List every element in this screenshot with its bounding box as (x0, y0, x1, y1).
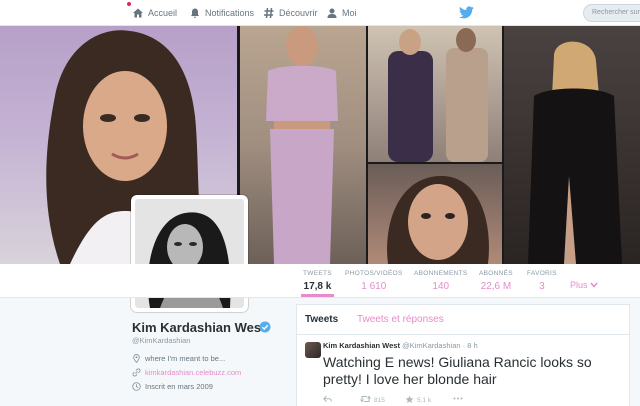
nav-me-label: Moi (342, 8, 357, 18)
tweet-timestamp[interactable]: · 8 h (463, 341, 478, 350)
stat-tweets-label: TWEETS (303, 270, 332, 277)
tab-tweets[interactable]: Tweets (305, 314, 338, 325)
search-placeholder: Rechercher sur (592, 9, 640, 16)
more-label: Plus (570, 280, 588, 290)
tweet-header: Kim Kardashian West @KimKardashian · 8 h (323, 341, 478, 350)
profile-location: where I'm meant to be... (132, 354, 225, 363)
timeline: Tweets Tweets et réponses Kim Kardashian… (296, 304, 630, 406)
header-photo-lilac-outfit (240, 26, 366, 264)
profile-website-link[interactable]: kimkardashian.celebuzz.com (145, 368, 241, 377)
nav-home[interactable]: Accueil (132, 5, 177, 21)
retweet-button[interactable]: 815 (360, 395, 385, 405)
favorite-button[interactable]: 5,1 k (405, 395, 431, 406)
nav-me[interactable]: Moi (326, 5, 357, 21)
profile-name: Kim Kardashian West (132, 320, 266, 335)
hashtag-icon (263, 7, 275, 19)
header-photo-street-pair (368, 26, 502, 162)
stat-followers[interactable]: ABONNÉS 22,6 M (479, 270, 513, 292)
nav-discover-label: Découvrir (279, 8, 318, 18)
location-pin-icon (132, 354, 141, 363)
reply-button[interactable] (323, 395, 332, 405)
stat-followers-label: ABONNÉS (479, 270, 513, 277)
stat-favorites-label: FAVORIS (527, 270, 557, 277)
active-stat-underline (301, 294, 334, 297)
nav-notifications-label: Notifications (205, 8, 255, 18)
profile-joined-text: Inscrit en mars 2009 (145, 382, 213, 391)
stat-tweets[interactable]: TWEETS 17,8 k (303, 270, 332, 292)
profile-stats-bar: TWEETS 17,8 k PHOTOS/VIDÉOS 1 610 ABONNE… (0, 264, 640, 298)
tweet-author-name[interactable]: Kim Kardashian West (323, 341, 400, 350)
nav-discover[interactable]: Découvrir (263, 5, 318, 21)
stat-following-label: ABONNEMENTS (414, 270, 468, 277)
profile-handle: @KimKardashian (132, 336, 191, 345)
link-icon (132, 368, 141, 377)
tweet-actions: 815 5,1 k (323, 395, 623, 405)
nav-notifications[interactable]: Notifications (189, 5, 254, 21)
chevron-down-icon (590, 280, 598, 290)
top-navigation: Accueil Notifications Découvrir Moi Rech… (0, 0, 640, 26)
ellipsis-icon (453, 395, 463, 402)
favorite-count: 5,1 k (417, 397, 432, 404)
clock-icon (132, 382, 141, 391)
bell-icon (189, 7, 201, 19)
reply-icon (323, 395, 332, 405)
header-photo-black-coat (504, 26, 640, 264)
retweet-icon (360, 395, 371, 405)
stat-favorites-value: 3 (539, 281, 545, 292)
tab-tweets-and-replies[interactable]: Tweets et réponses (357, 314, 444, 325)
stat-photos-label: PHOTOS/VIDÉOS (345, 270, 403, 277)
verified-badge-icon (259, 320, 271, 333)
star-icon (405, 395, 414, 406)
header-photo-selfie (368, 164, 502, 264)
tweet-author-avatar[interactable] (305, 342, 321, 358)
stat-following-value: 140 (432, 281, 450, 292)
profile-joined: Inscrit en mars 2009 (132, 382, 213, 391)
stat-photos-videos[interactable]: PHOTOS/VIDÉOS 1 610 (345, 270, 403, 292)
stat-favorites[interactable]: FAVORIS 3 (527, 270, 557, 292)
more-button[interactable]: Plus (570, 280, 598, 290)
stat-tweets-value: 17,8 k (303, 281, 332, 292)
twitter-bird-icon[interactable] (459, 6, 474, 19)
stat-photos-value: 1 610 (361, 281, 387, 292)
timeline-tabs: Tweets Tweets et réponses (297, 305, 629, 335)
more-actions-button[interactable] (453, 395, 463, 402)
tweet-text: Watching E news! Giuliana Rancic looks s… (323, 354, 592, 387)
tweet-author-handle[interactable]: @KimKardashian (402, 341, 460, 350)
profile-header-collage (0, 26, 640, 264)
profile-location-text: where I'm meant to be... (145, 354, 226, 363)
home-icon (132, 7, 144, 19)
retweet-count: 815 (374, 396, 385, 404)
person-icon (326, 7, 338, 19)
nav-home-label: Accueil (148, 8, 178, 18)
tweet-item[interactable]: Kim Kardashian West @KimKardashian · 8 h… (297, 335, 629, 406)
search-input[interactable]: Rechercher sur (583, 4, 640, 22)
notification-dot (127, 2, 131, 6)
stat-following[interactable]: ABONNEMENTS 140 (414, 270, 468, 292)
stat-followers-value: 22,6 M (480, 281, 512, 292)
profile-website[interactable]: kimkardashian.celebuzz.com (132, 368, 241, 377)
